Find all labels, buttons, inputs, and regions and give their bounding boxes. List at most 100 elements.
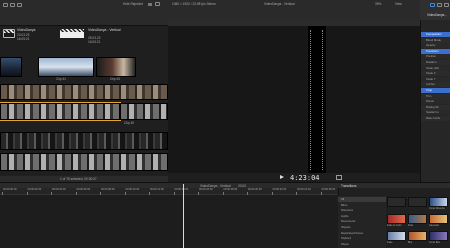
inspector-row-label: Rotation bbox=[426, 60, 437, 64]
transition-label: Flow bbox=[408, 224, 414, 227]
ruler-label: 00:00:16:00 bbox=[199, 188, 213, 191]
transition-label: Fade bbox=[387, 241, 393, 244]
filmstrip-view-icon[interactable] bbox=[155, 2, 160, 6]
category-label: Replicator/Clones bbox=[341, 230, 364, 235]
transition-label: Cross Dissolve bbox=[429, 207, 445, 210]
chevron-down-icon[interactable] bbox=[148, 3, 152, 6]
zoom-level[interactable]: 39% bbox=[375, 2, 381, 6]
timecode-display[interactable]: 4:23:04 bbox=[290, 174, 320, 182]
filmstrip-selected[interactable] bbox=[0, 102, 121, 121]
inspector-row-label: Anchor bbox=[426, 82, 435, 87]
transition-thumbnail[interactable] bbox=[408, 197, 427, 207]
event-time: 16:05:21 bbox=[88, 40, 101, 44]
clip-thumbnail[interactable] bbox=[96, 57, 136, 77]
event-title: VideoDanya bbox=[17, 28, 36, 32]
filmstrip[interactable] bbox=[120, 103, 168, 120]
ruler-label: 00:00:00:00 bbox=[3, 188, 17, 191]
clapper-icon bbox=[60, 29, 84, 38]
ruler-tick bbox=[75, 192, 77, 195]
transition-grid: Cross Dissolve Fade to Color Flow Gaussian F… bbox=[387, 196, 450, 248]
event-title: VideoDanya - Vertical bbox=[88, 28, 121, 32]
viewer[interactable] bbox=[168, 20, 420, 182]
clip-label: Clip 45 bbox=[124, 121, 134, 125]
ruler-tick bbox=[26, 192, 28, 195]
event-card[interactable]: VideoDanya 23.03.23 16:05:21 bbox=[3, 26, 53, 46]
video-inspector-icon[interactable] bbox=[430, 3, 435, 7]
inspector-row-label: Scale (All) bbox=[426, 65, 439, 70]
filter-status[interactable]: Hide Rejected bbox=[123, 2, 143, 6]
category-label: Blurs bbox=[341, 202, 348, 207]
film-perforation bbox=[322, 30, 323, 170]
ruler-label: 00:00:08:00 bbox=[101, 188, 115, 191]
clip-thumbnail[interactable] bbox=[38, 57, 94, 77]
ruler-tick bbox=[149, 192, 150, 195]
timeline-ruler[interactable]: 00:00:00:00 00:00:02:00 00:00:04:00 00:00:0… bbox=[0, 188, 338, 195]
inspector: Composition Blend Mode Opacity Transform Pos… bbox=[420, 20, 450, 182]
transition-thumbnail[interactable] bbox=[429, 197, 448, 207]
category-label: All bbox=[341, 197, 345, 201]
ruler-tick bbox=[320, 192, 322, 195]
ruler-label: 00:00:24:00 bbox=[297, 188, 311, 191]
inspector-row-label: Scale Y bbox=[426, 76, 436, 81]
viewer-controls: 4:23:04 bbox=[168, 173, 420, 182]
library-icon[interactable] bbox=[3, 3, 8, 7]
ruler-label: 00:00:12:00 bbox=[150, 188, 164, 191]
ruler-label: 00:00:26:00 bbox=[321, 188, 336, 191]
viewer-header bbox=[168, 20, 420, 26]
transition-label: Fade to Color bbox=[387, 224, 402, 227]
photos-icon[interactable] bbox=[10, 3, 15, 7]
category-label: Stylized bbox=[341, 236, 351, 241]
inspector-row-label: Transform bbox=[426, 48, 439, 53]
transition-categories: All Blurs Dissolves Lights Movements Objects R… bbox=[338, 196, 386, 248]
selection-status: 1 of 76 selected, 00:00:07 bbox=[60, 176, 97, 181]
color-inspector-icon[interactable] bbox=[437, 3, 442, 7]
transition-thumbnail[interactable] bbox=[429, 231, 448, 241]
clip-thumbnail[interactable] bbox=[0, 57, 22, 77]
titles-icon[interactable] bbox=[17, 3, 22, 7]
inspector-row-label: Crop bbox=[426, 88, 433, 92]
play-icon[interactable] bbox=[280, 175, 284, 179]
category-row[interactable] bbox=[338, 197, 386, 202]
ruler-tick bbox=[247, 192, 248, 195]
ruler-label: 00:00:04:00 bbox=[52, 188, 66, 191]
transition-label: Cross Blur bbox=[429, 241, 441, 244]
transition-thumbnail[interactable] bbox=[387, 231, 406, 241]
clip-label: Clip 41 bbox=[56, 77, 66, 81]
ruler-label: 00:00:02:00 bbox=[27, 188, 42, 191]
film-perforation bbox=[310, 30, 311, 170]
ruler-tick bbox=[173, 192, 175, 195]
inspector-row-label: Trim bbox=[426, 93, 432, 98]
filmstrip[interactable] bbox=[0, 153, 168, 171]
ruler-tick bbox=[124, 192, 126, 195]
filmstrip[interactable] bbox=[0, 84, 168, 100]
ruler-tick bbox=[296, 192, 297, 195]
transition-label: Blur bbox=[408, 241, 413, 244]
inspector-row-label: Rolling Sh bbox=[426, 104, 439, 109]
transition-thumbnail[interactable] bbox=[408, 231, 427, 241]
browser-panel: VideoDanya 23.03.23 16:05:21 VideoDanya … bbox=[0, 26, 168, 176]
timeline[interactable] bbox=[0, 188, 338, 248]
transition-thumbnail[interactable] bbox=[429, 214, 448, 224]
ruler-tick bbox=[198, 192, 199, 195]
inspector-row-label: Spatial Co bbox=[426, 110, 439, 115]
event-card[interactable]: VideoDanya - Vertical 25.03.23 16:05:21 bbox=[60, 26, 121, 46]
inspector-title: VideoDanya... bbox=[427, 13, 447, 17]
transition-thumbnail[interactable] bbox=[387, 197, 406, 207]
ruler-tick bbox=[271, 192, 273, 195]
fullscreen-icon[interactable] bbox=[336, 175, 342, 180]
view-menu[interactable]: View bbox=[395, 2, 402, 6]
category-label: Objects bbox=[341, 225, 351, 229]
inspector-row-label: Opacity bbox=[426, 43, 436, 48]
playhead[interactable] bbox=[183, 184, 184, 248]
inspector-row-label: Position bbox=[426, 54, 436, 59]
transition-thumbnail[interactable] bbox=[408, 214, 427, 224]
ruler-label: 00:00:18:00 bbox=[223, 188, 238, 191]
ruler-tick bbox=[2, 192, 3, 195]
project-title: VideoDanya - Vertical bbox=[264, 2, 295, 6]
clip-label: Clip 43 bbox=[110, 77, 120, 81]
filmstrip[interactable] bbox=[0, 132, 168, 150]
info-inspector-icon[interactable] bbox=[444, 3, 449, 7]
inspector-row-label: Scale X bbox=[426, 71, 436, 76]
transition-thumbnail[interactable] bbox=[387, 214, 406, 224]
ruler-label: 00:00:20:00 bbox=[248, 188, 262, 191]
